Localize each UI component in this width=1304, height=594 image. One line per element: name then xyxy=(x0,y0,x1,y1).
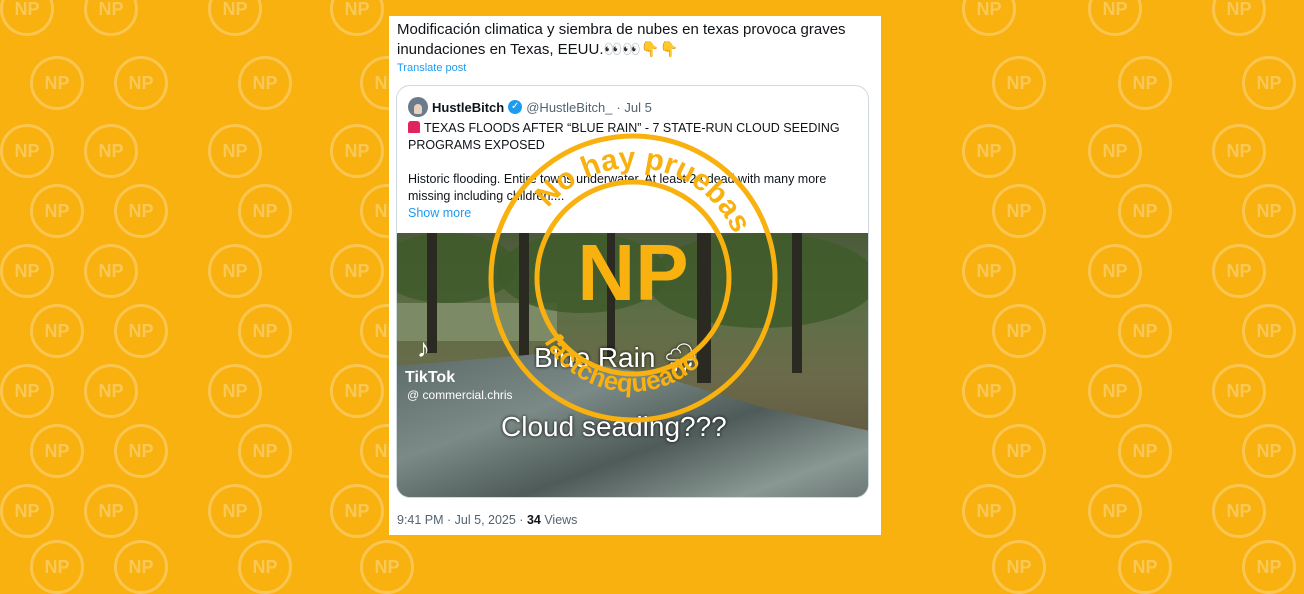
np-watermark: NP xyxy=(330,244,384,298)
np-watermark: NP xyxy=(1212,124,1266,178)
np-watermark: NP xyxy=(330,364,384,418)
np-watermark: NP xyxy=(992,304,1046,358)
np-watermark: NP xyxy=(330,124,384,178)
np-watermark: NP xyxy=(1242,304,1296,358)
np-watermark: NP xyxy=(1212,484,1266,538)
np-watermark: NP xyxy=(84,484,138,538)
np-watermark: NP xyxy=(208,0,262,36)
np-watermark: NP xyxy=(1088,124,1142,178)
np-watermark: NP xyxy=(238,304,292,358)
np-watermark: NP xyxy=(238,424,292,478)
np-watermark: NP xyxy=(0,244,54,298)
np-watermark: NP xyxy=(238,56,292,110)
np-watermark: NP xyxy=(0,364,54,418)
np-watermark: NP xyxy=(992,56,1046,110)
np-watermark: NP xyxy=(114,540,168,594)
np-watermark: NP xyxy=(84,244,138,298)
views-label: Views xyxy=(540,513,578,527)
tree-trunk xyxy=(607,233,615,358)
np-watermark: NP xyxy=(1212,0,1266,36)
np-watermark: NP xyxy=(30,304,84,358)
np-watermark: NP xyxy=(208,244,262,298)
video-caption-1: Blue Rain 🌧 xyxy=(534,342,699,373)
author-handle[interactable]: @HustleBitch_ xyxy=(526,100,612,115)
np-watermark: NP xyxy=(1088,0,1142,36)
np-watermark: NP xyxy=(1242,424,1296,478)
np-watermark: NP xyxy=(992,424,1046,478)
video-thumbnail[interactable]: ♪ TikTok @ commercial.chris Blue Rain 🌧 … xyxy=(397,233,868,497)
np-watermark: NP xyxy=(30,56,84,110)
translate-post-link[interactable]: Translate post xyxy=(397,62,466,74)
quoted-tweet-date[interactable]: · Jul 5 xyxy=(616,100,651,115)
np-watermark: NP xyxy=(1118,184,1172,238)
verified-badge-icon: ✓ xyxy=(508,100,523,114)
np-watermark: NP xyxy=(114,424,168,478)
np-watermark: NP xyxy=(30,184,84,238)
tiktok-label: TikTok xyxy=(405,369,456,386)
np-watermark: NP xyxy=(30,540,84,594)
np-watermark: NP xyxy=(1088,484,1142,538)
np-watermark: NP xyxy=(1118,424,1172,478)
np-watermark: NP xyxy=(962,244,1016,298)
np-watermark: NP xyxy=(114,56,168,110)
np-watermark: NP xyxy=(0,0,54,36)
np-watermark: NP xyxy=(360,540,414,594)
np-watermark: NP xyxy=(1212,244,1266,298)
np-watermark: NP xyxy=(1118,56,1172,110)
np-watermark: NP xyxy=(1088,244,1142,298)
foliage xyxy=(647,233,868,328)
np-watermark: NP xyxy=(1242,184,1296,238)
np-watermark: NP xyxy=(1088,364,1142,418)
np-watermark: NP xyxy=(0,484,54,538)
np-watermark: NP xyxy=(962,0,1016,36)
quoted-tweet-body: TEXAS FLOODS AFTER “BLUE RAIN” - 7 STATE… xyxy=(408,120,858,222)
np-watermark: NP xyxy=(0,124,54,178)
post-metadata: 9:41 PM · Jul 5, 2025 · 34 Views xyxy=(397,513,577,527)
tweet-card: Modificación climatica y siembra de nube… xyxy=(389,16,881,535)
np-watermark: NP xyxy=(114,184,168,238)
np-watermark: NP xyxy=(992,184,1046,238)
np-watermark: NP xyxy=(1118,540,1172,594)
quoted-tweet-headline: TEXAS FLOODS AFTER “BLUE RAIN” - 7 STATE… xyxy=(408,121,840,152)
quoted-tweet[interactable]: HustleBitch ✓ @HustleBitch_ · Jul 5 TEXA… xyxy=(396,85,869,498)
avatar[interactable] xyxy=(408,97,428,117)
np-watermark: NP xyxy=(208,364,262,418)
np-watermark: NP xyxy=(1242,56,1296,110)
tree-trunk xyxy=(792,233,802,373)
np-watermark: NP xyxy=(962,124,1016,178)
quoted-tweet-text: Historic flooding. Entire towns underwat… xyxy=(408,172,827,203)
np-watermark: NP xyxy=(238,540,292,594)
show-more-link[interactable]: Show more xyxy=(408,205,858,222)
np-watermark: NP xyxy=(238,184,292,238)
np-watermark: NP xyxy=(114,304,168,358)
video-caption-2: Cloud seading??? xyxy=(501,411,727,442)
post-timestamp[interactable]: 9:41 PM · Jul 5, 2025 · xyxy=(397,513,527,527)
quoted-tweet-header: HustleBitch ✓ @HustleBitch_ · Jul 5 xyxy=(408,97,652,117)
np-watermark: NP xyxy=(1118,304,1172,358)
np-watermark: NP xyxy=(84,0,138,36)
np-watermark: NP xyxy=(992,540,1046,594)
tiktok-logo-icon: ♪ xyxy=(417,333,430,363)
author-name[interactable]: HustleBitch xyxy=(432,100,504,115)
tree-trunk xyxy=(697,233,711,383)
np-watermark: NP xyxy=(962,484,1016,538)
np-watermark: NP xyxy=(84,364,138,418)
np-watermark: NP xyxy=(962,364,1016,418)
np-watermark: NP xyxy=(1212,364,1266,418)
siren-icon xyxy=(408,121,420,133)
np-watermark: NP xyxy=(330,484,384,538)
np-watermark: NP xyxy=(208,484,262,538)
tree-trunk xyxy=(519,233,529,363)
np-watermark: NP xyxy=(208,124,262,178)
np-watermark: NP xyxy=(84,124,138,178)
np-watermark: NP xyxy=(1242,540,1296,594)
views-count: 34 xyxy=(526,513,541,527)
post-text: Modificación climatica y siembra de nube… xyxy=(397,21,846,58)
np-watermark: NP xyxy=(30,424,84,478)
tiktok-handle: @ commercial.chris xyxy=(407,388,513,402)
np-watermark: NP xyxy=(330,0,384,36)
